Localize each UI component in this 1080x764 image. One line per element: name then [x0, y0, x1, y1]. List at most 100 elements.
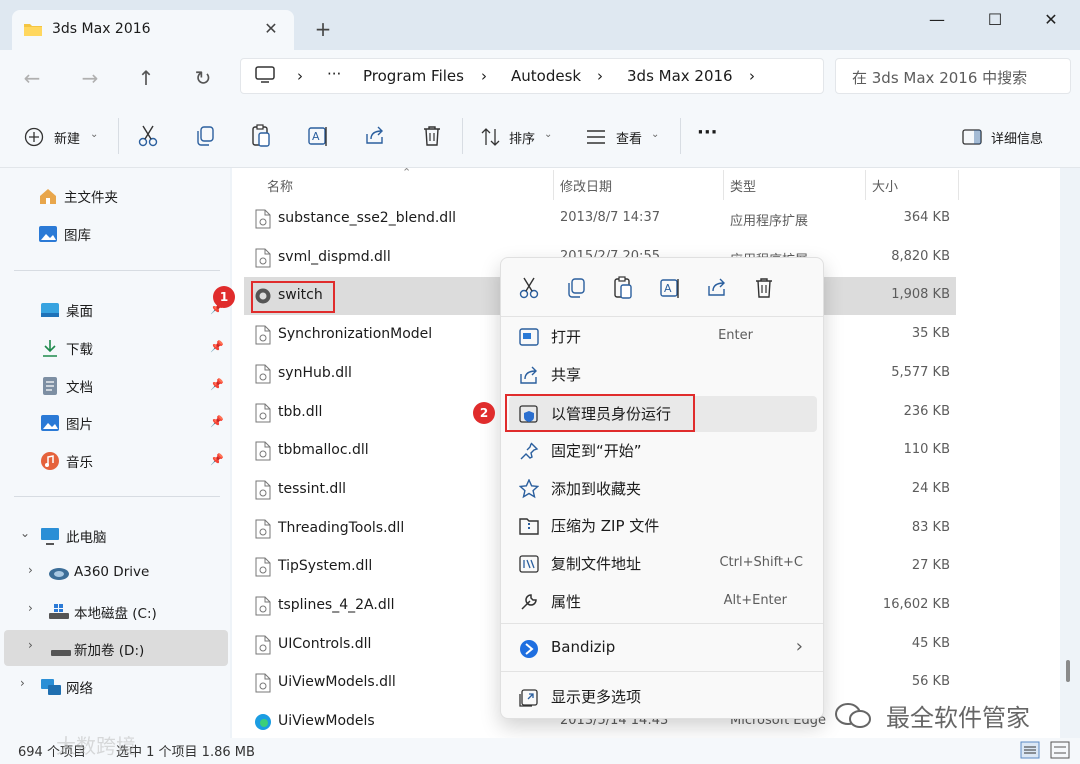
breadcrumb-program-files[interactable]: Program Files	[363, 67, 464, 85]
sidebar-item-pictures[interactable]: 图片 📌	[4, 404, 228, 440]
share-icon[interactable]	[364, 124, 386, 150]
sidebar-item-a360[interactable]: › A360 Drive	[12, 555, 236, 591]
sidebar-item-this-pc[interactable]: ⌄ 此电脑	[4, 517, 228, 553]
details-view-icon[interactable]	[1020, 741, 1040, 759]
back-button[interactable]: ←	[20, 66, 44, 90]
breadcrumb-autodesk[interactable]: Autodesk	[511, 67, 581, 85]
column-size[interactable]: 大小	[872, 176, 898, 195]
pc-icon	[41, 528, 59, 545]
menu-item-bandizip[interactable]: Bandizip ›	[509, 631, 817, 667]
pin-icon[interactable]: 📌	[210, 378, 224, 391]
sidebar-item-documents[interactable]: 文档 📌	[4, 367, 228, 403]
dll-file-icon	[255, 209, 271, 229]
file-size: 236 KB	[903, 403, 950, 419]
music-icon	[41, 452, 59, 470]
chevron-right-icon[interactable]: ›	[28, 638, 33, 652]
sidebar-item-desktop[interactable]: 桌面 📌	[4, 291, 228, 327]
highlight-box-run-as-admin	[505, 394, 695, 432]
svg-text:A: A	[664, 282, 672, 295]
more-options-button[interactable]: ···	[697, 122, 718, 148]
pin-icon[interactable]: 📌	[210, 415, 224, 428]
copy-icon[interactable]	[194, 124, 216, 150]
menu-item-zip[interactable]: 压缩为 ZIP 文件	[509, 508, 817, 544]
chevron-right-icon[interactable]: ›	[28, 601, 33, 615]
sidebar-item-download[interactable]: 下载 📌	[4, 329, 228, 365]
file-name: ThreadingTools.dll	[278, 519, 405, 536]
tab-3ds-max-2016[interactable]: 3ds Max 2016 ✕	[12, 10, 294, 50]
divider	[462, 118, 463, 154]
paste-icon[interactable]	[612, 276, 634, 300]
delete-icon[interactable]	[753, 276, 775, 300]
menu-item-more-options[interactable]: 显示更多选项	[509, 679, 817, 715]
view-label: 查看	[616, 132, 643, 147]
cut-icon[interactable]	[518, 276, 540, 300]
chevron-down-icon[interactable]: ⌄	[20, 526, 30, 540]
forward-button[interactable]: →	[78, 66, 102, 90]
tab-close-icon[interactable]: ✕	[260, 18, 282, 40]
file-name: SynchronizationModel	[278, 326, 433, 343]
menu-item-properties[interactable]: 属性 Alt+Enter	[509, 584, 817, 620]
sidebar-item-music[interactable]: 音乐 📌	[4, 442, 228, 478]
paste-icon[interactable]	[250, 124, 272, 150]
chevron-right-icon[interactable]: ›	[28, 563, 33, 577]
table-row[interactable]: substance_sse2_blend.dll 2013/8/7 14:37 应用…	[244, 200, 956, 238]
new-button[interactable]: 新建 ⌄	[24, 124, 104, 150]
delete-icon[interactable]	[421, 124, 443, 150]
up-button[interactable]: ↑	[134, 66, 158, 90]
column-divider	[723, 170, 724, 200]
file-name: tessint.dll	[278, 480, 347, 497]
menu-item-share[interactable]: 共享	[509, 357, 817, 393]
address-bar[interactable]: › ··· Program Files › Autodesk › 3ds Max…	[240, 58, 824, 94]
sidebar-item-drive-c[interactable]: › 本地磁盘 (C:)	[12, 593, 236, 629]
copy-icon[interactable]	[565, 276, 587, 300]
cloud-drive-icon	[49, 568, 69, 580]
document-icon	[43, 377, 57, 395]
star-icon	[519, 479, 539, 499]
file-name: tbbmalloc.dll	[278, 442, 369, 459]
menu-item-pin-start[interactable]: 固定到“开始”	[509, 433, 817, 469]
share-icon[interactable]	[706, 276, 728, 300]
column-name[interactable]: 名称	[267, 176, 293, 195]
divider	[118, 118, 119, 154]
dll-file-icon	[255, 364, 271, 384]
file-size: 8,820 KB	[891, 248, 950, 264]
refresh-button[interactable]: ↻	[191, 66, 215, 90]
new-tab-button[interactable]: +	[312, 18, 334, 40]
view-button[interactable]: 查看 ⌄	[586, 124, 666, 150]
chevron-right-icon[interactable]: ›	[20, 676, 25, 690]
rename-icon[interactable]: A	[307, 124, 329, 150]
breadcrumb-3ds-max[interactable]: 3ds Max 2016	[627, 67, 733, 85]
search-input[interactable]: 在 3ds Max 2016 中搜索	[835, 58, 1071, 94]
file-size: 16,602 KB	[882, 597, 950, 612]
sidebar-item-home[interactable]: 主文件夹	[2, 177, 226, 213]
file-name: UiViewModels.dll	[278, 674, 396, 691]
column-type[interactable]: 类型	[730, 176, 756, 195]
desktop-icon	[41, 303, 59, 317]
column-date[interactable]: 修改日期	[560, 176, 612, 195]
sidebar-item-network[interactable]: › 网络	[4, 668, 228, 704]
menu-item-open[interactable]: 打开 Enter	[509, 319, 817, 355]
pin-icon[interactable]: 📌	[210, 453, 224, 466]
breadcrumb-more[interactable]: ···	[327, 65, 341, 83]
selection-info: 选中 1 个项目 1.86 MB	[116, 745, 255, 760]
details-button[interactable]: 详细信息	[962, 124, 1062, 150]
menu-item-copy-path[interactable]: 复制文件地址 Ctrl+Shift+C	[509, 546, 817, 582]
file-size: 24 KB	[911, 480, 950, 496]
menu-item-favorites[interactable]: 添加到收藏夹	[509, 471, 817, 507]
file-date: 2013/8/7 14:37	[560, 210, 660, 225]
close-window-button[interactable]: ✕	[1036, 8, 1066, 32]
sort-label: 排序	[509, 132, 536, 147]
minimize-button[interactable]: —	[922, 8, 952, 32]
breadcrumb-sep: ›	[297, 67, 303, 85]
maximize-button[interactable]: ☐	[980, 8, 1010, 32]
sidebar-item-drive-d[interactable]: › 新加卷 (D:)	[4, 630, 228, 666]
dll-file-icon	[255, 480, 271, 500]
dll-file-icon	[255, 596, 271, 616]
sidebar-item-gallery[interactable]: 图库	[2, 215, 226, 251]
rename-icon[interactable]: A	[659, 276, 681, 300]
pin-icon[interactable]: 📌	[210, 340, 224, 353]
tiles-view-icon[interactable]	[1050, 741, 1070, 759]
sort-button[interactable]: 排序 ⌄	[481, 124, 561, 150]
scrollbar-thumb[interactable]	[1066, 660, 1070, 682]
cut-icon[interactable]	[137, 124, 159, 150]
